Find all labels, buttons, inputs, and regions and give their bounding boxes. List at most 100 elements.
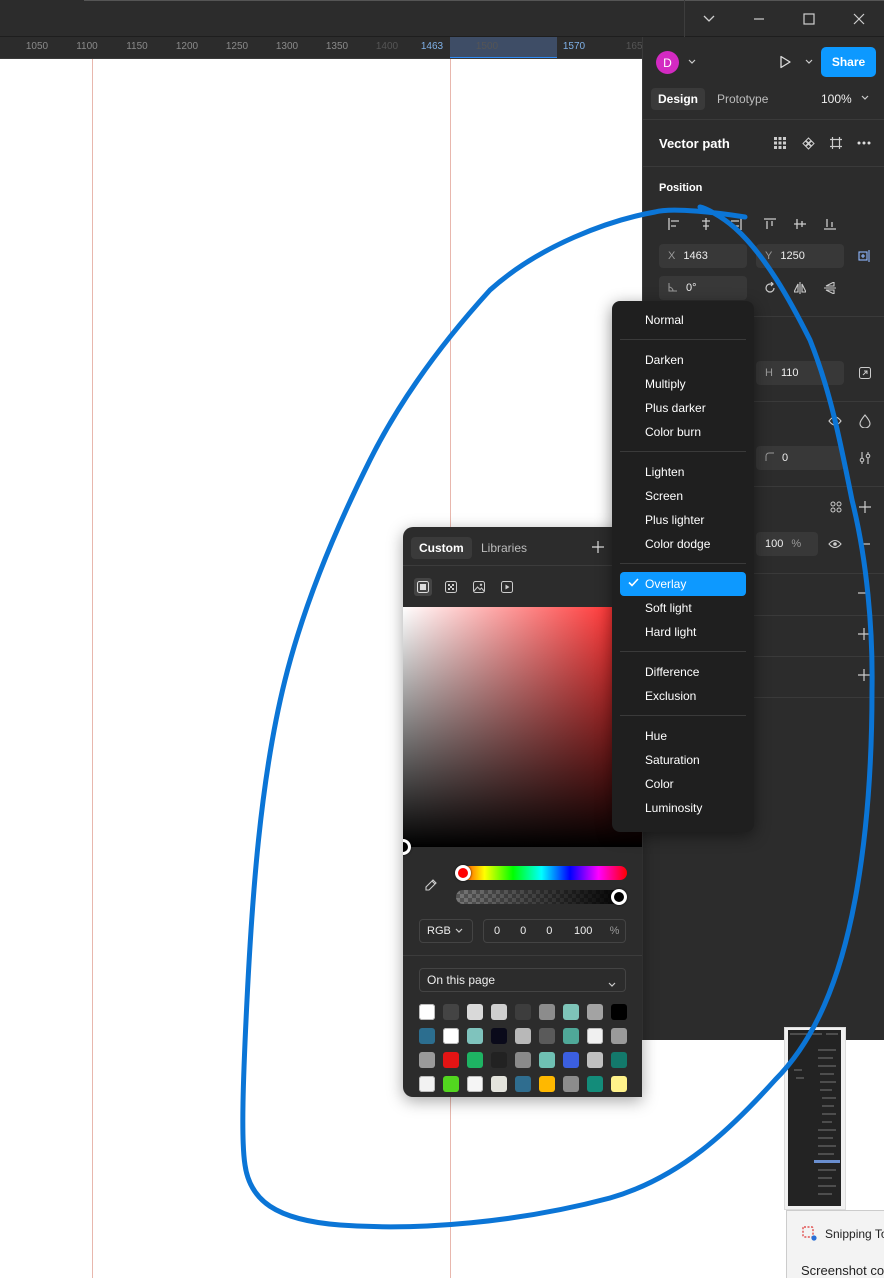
chevron-down-icon[interactable]	[696, 6, 722, 32]
adjust-icon[interactable]	[854, 447, 876, 469]
color-swatch[interactable]	[443, 1004, 459, 1020]
avatar[interactable]: D	[656, 51, 679, 74]
hue-slider[interactable]	[456, 866, 627, 880]
drop-icon[interactable]	[854, 410, 876, 432]
frame-icon[interactable]	[825, 132, 847, 154]
eye-icon[interactable]	[824, 533, 846, 555]
blend-mode-item-screen[interactable]: Screen	[620, 484, 746, 508]
styles-icon[interactable]	[825, 496, 847, 518]
fill-opacity-field[interactable]: 100 %	[756, 532, 818, 556]
blend-mode-item-lighten[interactable]: Lighten	[620, 460, 746, 484]
color-swatch[interactable]	[419, 1004, 435, 1020]
x-position-field[interactable]: X 1463	[659, 244, 747, 268]
more-icon[interactable]	[853, 132, 875, 154]
chevron-down-icon[interactable]	[798, 51, 820, 73]
color-swatch[interactable]	[563, 1076, 579, 1092]
height-field[interactable]: H 110	[756, 361, 844, 385]
hue-slider-handle[interactable]	[455, 865, 471, 881]
color-swatch[interactable]	[491, 1004, 507, 1020]
rotation-field[interactable]: 0°	[659, 276, 747, 300]
blend-mode-item-color-burn[interactable]: Color burn	[620, 420, 746, 444]
color-swatch[interactable]	[467, 1052, 483, 1068]
color-swatch[interactable]	[419, 1052, 435, 1068]
color-swatch[interactable]	[443, 1076, 459, 1092]
opacity-slider[interactable]	[456, 890, 627, 904]
align-left-icon[interactable]	[663, 213, 685, 235]
color-swatch[interactable]	[587, 1004, 603, 1020]
y-position-field[interactable]: Y 1250	[756, 244, 844, 268]
blend-mode-item-plus-lighter[interactable]: Plus lighter	[620, 508, 746, 532]
color-swatch[interactable]	[611, 1076, 627, 1092]
component-icon[interactable]	[797, 132, 819, 154]
color-swatch[interactable]	[491, 1076, 507, 1092]
color-swatch[interactable]	[419, 1028, 435, 1044]
align-bottom-icon[interactable]	[819, 213, 841, 235]
color-swatch[interactable]	[515, 1004, 531, 1020]
tab-design[interactable]: Design	[651, 88, 706, 110]
blend-mode-item-normal[interactable]: Normal	[620, 308, 746, 332]
color-swatch[interactable]	[443, 1052, 459, 1068]
flip-vertical-icon[interactable]	[819, 277, 841, 299]
color-swatch[interactable]	[587, 1028, 603, 1044]
swatch-source-select[interactable]: On this page	[419, 968, 626, 992]
color-swatch[interactable]	[611, 1052, 627, 1068]
green-value[interactable]: 0	[510, 925, 536, 937]
minimize-icon[interactable]	[746, 6, 772, 32]
blend-mode-item-difference[interactable]: Difference	[620, 660, 746, 684]
color-swatch[interactable]	[419, 1076, 435, 1092]
color-swatch[interactable]	[539, 1052, 555, 1068]
align-top-icon[interactable]	[759, 213, 781, 235]
blend-mode-item-color-dodge[interactable]: Color dodge	[620, 532, 746, 556]
rgb-values-field[interactable]: 0 0 0 100 %	[483, 919, 626, 943]
color-swatch[interactable]	[539, 1028, 555, 1044]
color-swatch[interactable]	[467, 1076, 483, 1092]
zoom-level[interactable]: 100%	[821, 92, 852, 106]
chevron-down-icon[interactable]	[854, 87, 876, 109]
blend-mode-item-color[interactable]: Color	[620, 772, 746, 796]
red-value[interactable]: 0	[484, 925, 510, 937]
close-icon[interactable]	[846, 6, 872, 32]
plus-icon[interactable]	[854, 496, 876, 518]
color-swatch[interactable]	[515, 1076, 531, 1092]
solid-fill-icon[interactable]	[414, 578, 432, 596]
blend-mode-item-saturation[interactable]: Saturation	[620, 748, 746, 772]
minus-icon[interactable]	[851, 582, 873, 604]
color-swatch[interactable]	[539, 1004, 555, 1020]
tab-prototype[interactable]: Prototype	[717, 92, 768, 106]
color-swatch[interactable]	[515, 1028, 531, 1044]
color-swatch[interactable]	[467, 1028, 483, 1044]
blend-mode-item-darken[interactable]: Darken	[620, 348, 746, 372]
blend-mode-item-plus-darker[interactable]: Plus darker	[620, 396, 746, 420]
color-swatch[interactable]	[539, 1076, 555, 1092]
color-swatch[interactable]	[491, 1052, 507, 1068]
blend-mode-item-hue[interactable]: Hue	[620, 724, 746, 748]
blend-mode-icon[interactable]	[824, 410, 846, 432]
blend-mode-item-exclusion[interactable]: Exclusion	[620, 684, 746, 708]
constraints-icon[interactable]	[853, 245, 875, 267]
video-fill-icon[interactable]	[498, 578, 516, 596]
plus-icon[interactable]	[853, 664, 875, 686]
blend-mode-item-multiply[interactable]: Multiply	[620, 372, 746, 396]
opacity-slider-handle[interactable]	[611, 889, 627, 905]
color-swatch[interactable]	[587, 1076, 603, 1092]
align-vertical-center-icon[interactable]	[789, 213, 811, 235]
corner-radius-field[interactable]: 0	[756, 446, 844, 470]
color-swatch[interactable]	[491, 1028, 507, 1044]
flip-horizontal-icon[interactable]	[789, 277, 811, 299]
resize-icon[interactable]	[854, 362, 876, 384]
image-fill-icon[interactable]	[470, 578, 488, 596]
color-swatch[interactable]	[587, 1052, 603, 1068]
picker-tab-libraries[interactable]: Libraries	[481, 541, 527, 555]
color-swatch[interactable]	[467, 1004, 483, 1020]
blend-mode-item-hard-light[interactable]: Hard light	[620, 620, 746, 644]
play-icon[interactable]	[774, 51, 796, 73]
maximize-icon[interactable]	[796, 6, 822, 32]
blend-mode-item-overlay[interactable]: Overlay	[620, 572, 746, 596]
grid-icon[interactable]	[769, 132, 791, 154]
gradient-fill-icon[interactable]	[442, 578, 460, 596]
plus-icon[interactable]	[853, 623, 875, 645]
picker-tab-custom[interactable]: Custom	[411, 537, 472, 559]
rotate-icon[interactable]	[759, 277, 781, 299]
saturation-value-area[interactable]	[403, 607, 642, 847]
color-swatch[interactable]	[611, 1028, 627, 1044]
